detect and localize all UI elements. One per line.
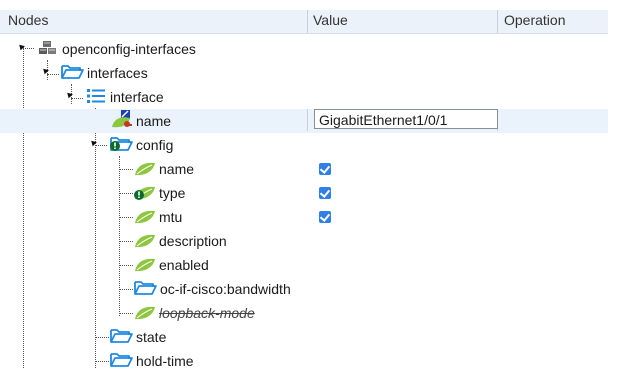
- nodes-column-header[interactable]: Nodes: [8, 12, 48, 28]
- node-label: enabled: [159, 257, 209, 273]
- operation-column-header[interactable]: Operation: [504, 12, 565, 28]
- node-label: type: [159, 185, 186, 201]
- tree-node-name-key[interactable]: name: [110, 109, 171, 133]
- column-header: Nodes Value Operation: [0, 10, 608, 34]
- folder-open-icon: [61, 64, 85, 83]
- leaf-icon: [134, 255, 156, 276]
- selected-row[interactable]: [0, 109, 608, 133]
- folder-icon: [134, 280, 158, 299]
- node-label: state: [136, 329, 167, 345]
- node-label: config: [136, 137, 174, 153]
- tree-node-interface[interactable]: interface: [86, 85, 164, 109]
- tree-node-config-mtu[interactable]: mtu: [134, 205, 182, 229]
- tree-node-interfaces[interactable]: interfaces: [61, 61, 148, 85]
- node-label: interfaces: [87, 65, 148, 81]
- tree-node-config-bandwidth[interactable]: oc-if-cisco:bandwidth: [134, 277, 291, 301]
- folder-open-icon: [110, 136, 134, 155]
- column-divider[interactable]: [497, 10, 498, 33]
- node-label: name: [136, 113, 172, 129]
- tree-node-config-loopback-mode[interactable]: loopback-mode: [134, 301, 255, 325]
- column-divider[interactable]: [307, 10, 308, 33]
- tree-node-config-name[interactable]: name: [134, 157, 194, 181]
- leaf-icon: [134, 159, 156, 180]
- name-value-input[interactable]: GigabitEthernet1/0/1: [314, 109, 498, 129]
- node-label: description: [159, 233, 227, 249]
- leaf-warning-icon: [134, 183, 156, 204]
- list-icon: [86, 88, 106, 107]
- tree-node-config-description[interactable]: description: [134, 229, 227, 253]
- config-name-checkbox[interactable]: [319, 163, 331, 175]
- tree-node-state[interactable]: state: [110, 325, 166, 349]
- node-label: mtu: [159, 209, 183, 225]
- tree-node-config-type[interactable]: type: [134, 181, 185, 205]
- tree-node-openconfig-interfaces[interactable]: openconfig-interfaces: [38, 37, 196, 61]
- node-label: interface: [110, 89, 164, 105]
- key-leaf-icon: [110, 109, 134, 133]
- module-icon: [38, 40, 58, 59]
- node-label: name: [159, 161, 195, 177]
- leaf-icon: [134, 303, 156, 324]
- node-label: hold-time: [136, 353, 194, 369]
- tree-node-hold-time[interactable]: hold-time: [110, 349, 194, 373]
- node-label-deprecated: loopback-mode: [159, 305, 255, 321]
- node-label: openconfig-interfaces: [62, 41, 196, 57]
- tree-node-config-enabled[interactable]: enabled: [134, 253, 209, 277]
- config-type-checkbox[interactable]: [319, 187, 331, 199]
- tree-node-config[interactable]: config: [110, 133, 173, 157]
- node-label: oc-if-cisco:bandwidth: [160, 281, 291, 297]
- leaf-icon: [134, 207, 156, 228]
- leaf-icon: [134, 231, 156, 252]
- value-column-header[interactable]: Value: [313, 12, 348, 28]
- value-divider: [307, 109, 308, 131]
- config-mtu-checkbox[interactable]: [319, 211, 331, 223]
- folder-icon: [110, 328, 134, 347]
